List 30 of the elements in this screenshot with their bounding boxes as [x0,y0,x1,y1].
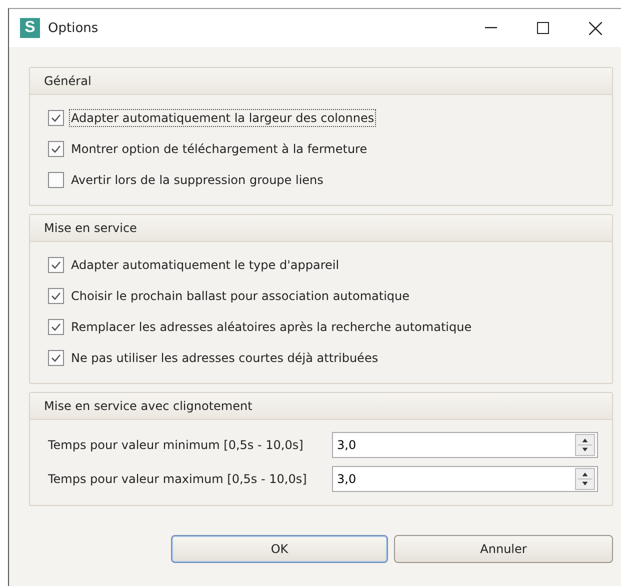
field-label: Temps pour valeur maximum [0,5s - 10,0s] [48,472,308,486]
group-title: Mise en service [44,221,137,235]
spin-field[interactable]: 3,0 [332,432,598,458]
checkbox[interactable] [48,172,64,188]
cancel-button[interactable]: Annuler [394,535,613,563]
checkbox[interactable] [48,141,64,157]
window-title: Options [48,20,100,36]
checkbox-label[interactable]: Remplacer les adresses aléatoires après la recherche automatique [69,318,474,336]
checkbox-label[interactable]: Montrer option de téléchargement à la fermeture [69,140,370,158]
close-icon[interactable] [588,22,602,34]
checkbox-label[interactable]: Choisir le prochain ballast pour association automatique [69,287,412,305]
checkbox[interactable] [48,319,64,335]
checkbox[interactable] [48,288,64,304]
checkbox-label[interactable]: Adapter automatiquement le type d'appareil [69,256,342,274]
ok-button[interactable]: OK [171,535,388,563]
checkbox[interactable] [48,350,64,366]
spin-field[interactable]: 3,0 [332,466,598,492]
group-title: Général [44,74,92,88]
group-title: Mise en service avec clignotement [44,399,252,413]
field-label: Temps pour valeur minimum [0,5s - 10,0s] [48,438,304,452]
checkbox-label[interactable]: Ne pas utiliser les adresses courtes déjà attribuées [69,349,380,367]
checkbox[interactable] [48,257,64,273]
maximize-icon[interactable] [537,22,549,34]
spin-arrows-icon[interactable] [575,468,595,490]
checkbox[interactable] [48,110,64,126]
checkbox-label[interactable]: Avertir lors de la suppression groupe liens [69,171,326,189]
minimize-icon[interactable] [485,27,497,29]
checkbox-label[interactable]: Adapter automatiquement la largeur des colonnes [69,109,376,127]
app-logo: S [20,18,40,38]
spin-arrows-icon[interactable] [575,434,595,456]
